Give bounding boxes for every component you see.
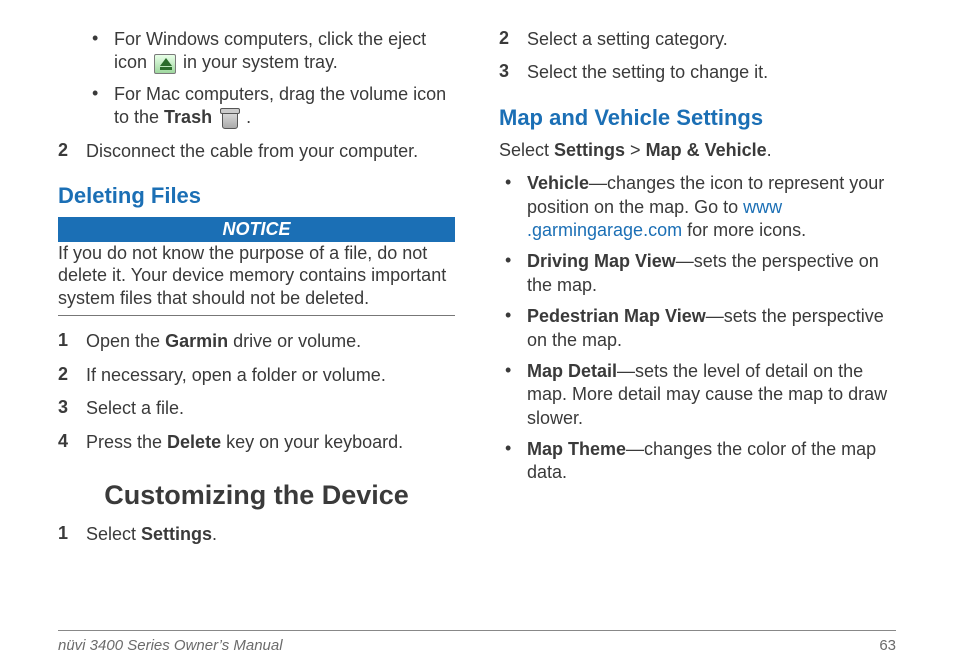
bullet-text: Pedestrian Map View—sets the perspective… (527, 305, 896, 352)
bullet-text: Map Detail—sets the level of detail on t… (527, 360, 896, 430)
bullet-item: • Vehicle—changes the icon to represent … (499, 172, 896, 242)
heading-map-vehicle: Map and Vehicle Settings (499, 105, 896, 131)
bullet-text: Driving Map View—sets the perspective on… (527, 250, 896, 297)
bullet-item: • Pedestrian Map View—sets the perspecti… (499, 305, 896, 352)
text-bold: Delete (167, 432, 221, 452)
notice-text: If you do not know the purpose of a file… (58, 242, 455, 317)
text-run: > (625, 140, 646, 160)
text-bold: Settings (554, 140, 625, 160)
left-column: • For Windows computers, click the eject… (58, 28, 455, 620)
text-run: in your system tray. (178, 52, 338, 72)
text-run: Open the (86, 331, 165, 351)
bullet-dot: • (499, 305, 527, 326)
text-run: Select (499, 140, 554, 160)
bullet-text: Map Theme—changes the color of the map d… (527, 438, 896, 485)
text-bold: Driving Map View (527, 251, 676, 271)
step-number: 1 (58, 523, 86, 544)
step-text: Press the Delete key on your keyboard. (86, 431, 455, 454)
bullet-item: • Driving Map View—sets the perspective … (499, 250, 896, 297)
nav-path: Select Settings > Map & Vehicle. (499, 139, 896, 162)
step-number: 4 (58, 431, 86, 452)
numbered-step: 4 Press the Delete key on your keyboard. (58, 431, 455, 454)
text-run: Press the (86, 432, 167, 452)
bullet-text: For Windows computers, click the eject i… (114, 28, 455, 75)
bullet-item: • Map Detail—sets the level of detail on… (499, 360, 896, 430)
step-text: If necessary, open a folder or volume. (86, 364, 455, 387)
step-number: 2 (58, 364, 86, 385)
numbered-step: 2 If necessary, open a folder or volume. (58, 364, 455, 387)
page-columns: • For Windows computers, click the eject… (58, 28, 896, 620)
bullet-dot: • (499, 250, 527, 271)
step-text: Disconnect the cable from your computer. (86, 140, 455, 163)
numbered-step: 1 Open the Garmin drive or volume. (58, 330, 455, 353)
text-run: for more icons. (682, 220, 806, 240)
numbered-step: 3 Select a file. (58, 397, 455, 420)
bullet-dot: • (499, 360, 527, 381)
eject-icon (154, 54, 176, 74)
text-bold: Vehicle (527, 173, 589, 193)
eject-bullets: • For Windows computers, click the eject… (58, 28, 455, 130)
text-bold: Map Theme (527, 439, 626, 459)
step-text: Select the setting to change it. (527, 61, 896, 84)
text-run: . (767, 140, 772, 160)
text-run: . (212, 524, 217, 544)
text-bold: Trash (164, 107, 212, 127)
numbered-step: 2 Select a setting category. (499, 28, 896, 51)
heading-customizing-device: Customizing the Device (58, 480, 455, 511)
step-text: Open the Garmin drive or volume. (86, 330, 455, 353)
bullet-dot: • (86, 83, 114, 104)
numbered-step: 3 Select the setting to change it. (499, 61, 896, 84)
bullet-dot: • (499, 172, 527, 193)
step-text: Select a file. (86, 397, 455, 420)
text-bold: Pedestrian Map View (527, 306, 706, 326)
page-number: 63 (879, 637, 896, 654)
step-number: 3 (499, 61, 527, 82)
page-footer: nüvi 3400 Series Owner’s Manual 63 (58, 630, 896, 654)
step-number: 2 (58, 140, 86, 161)
text-run: drive or volume. (228, 331, 361, 351)
bullet-item: • Map Theme—changes the color of the map… (499, 438, 896, 485)
text-run: key on your keyboard. (221, 432, 403, 452)
text-bold: Map & Vehicle (646, 140, 767, 160)
step-number: 3 (58, 397, 86, 418)
trash-icon (219, 107, 239, 129)
bullet-text: Vehicle—changes the icon to represent yo… (527, 172, 896, 242)
notice-bar: NOTICE (58, 217, 455, 242)
text-run: Select (86, 524, 141, 544)
right-column: 2 Select a setting category. 3 Select th… (499, 28, 896, 620)
bullet-text: For Mac computers, drag the volume icon … (114, 83, 455, 130)
heading-deleting-files: Deleting Files (58, 183, 455, 209)
footer-title: nüvi 3400 Series Owner’s Manual (58, 637, 283, 654)
text-bold: Garmin (165, 331, 228, 351)
step-number: 2 (499, 28, 527, 49)
bullet-dot: • (499, 438, 527, 459)
bullet-dot: • (86, 28, 114, 49)
numbered-step: 1 Select Settings. (58, 523, 455, 546)
text-bold: Map Detail (527, 361, 617, 381)
step-text: Select a setting category. (527, 28, 896, 51)
numbered-step: 2 Disconnect the cable from your compute… (58, 140, 455, 163)
text-run: . (241, 107, 251, 127)
bullet-item: • For Mac computers, drag the volume ico… (86, 83, 455, 130)
step-number: 1 (58, 330, 86, 351)
text-bold: Settings (141, 524, 212, 544)
bullet-item: • For Windows computers, click the eject… (86, 28, 455, 75)
step-text: Select Settings. (86, 523, 455, 546)
